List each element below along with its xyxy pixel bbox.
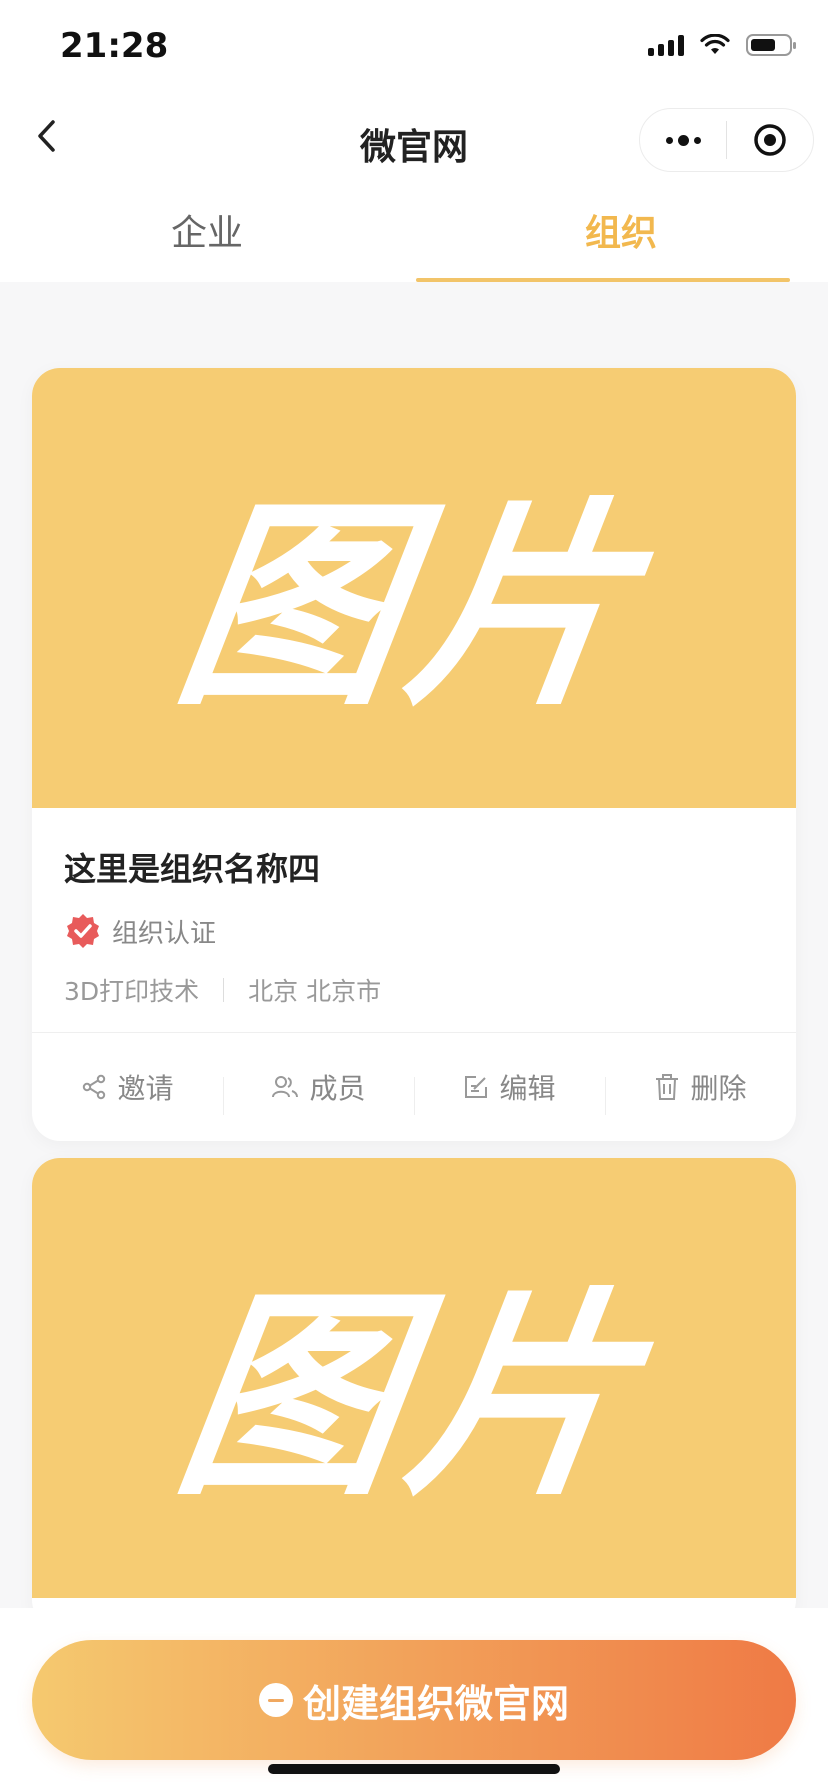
share-icon <box>83 1074 106 1100</box>
organization-name: 这里是组织名称四 <box>64 850 321 888</box>
members-icon <box>272 1076 299 1098</box>
screen: 21:28 微官网 企业 组织 图片 这里是组织名称四 组织认证 3D打印技术 … <box>0 0 828 1792</box>
organization-card[interactable]: 图片 这里是组织名称四 组织认证 3D打印技术 北京 北京市 邀请 成员 编辑 … <box>32 368 796 1141</box>
status-time: 21:28 <box>60 26 169 66</box>
meta-row: 3D打印技术 北京 北京市 <box>64 972 764 1008</box>
card-actions: 邀请 成员 编辑 删除 <box>32 1032 796 1141</box>
tab-label: 企业 <box>170 213 243 254</box>
target-icon <box>754 124 786 156</box>
certification-row: 组织认证 <box>64 912 764 950</box>
location-label: 北京 北京市 <box>248 977 382 1006</box>
action-label: 编辑 <box>499 1072 556 1105</box>
nav-bar: 微官网 <box>0 96 828 186</box>
edit-button[interactable]: 编辑 <box>414 1067 605 1115</box>
tab-organization[interactable]: 组织 <box>414 186 828 282</box>
tab-bar: 企业 组织 <box>0 186 828 282</box>
placeholder-image-text: 图片 <box>163 1269 660 1525</box>
home-indicator <box>268 1764 560 1774</box>
members-button[interactable]: 成员 <box>223 1067 414 1115</box>
tab-active-indicator <box>416 278 790 282</box>
card-image-placeholder: 图片 <box>32 1158 796 1598</box>
mini-program-capsule <box>639 108 814 172</box>
tab-enterprise[interactable]: 企业 <box>0 186 414 282</box>
delete-button[interactable]: 删除 <box>605 1067 796 1115</box>
edit-icon <box>465 1076 488 1098</box>
meta-divider <box>223 978 225 1002</box>
close-program-button[interactable] <box>727 109 813 171</box>
wifi-icon <box>700 34 730 54</box>
industry-label: 3D打印技术 <box>64 977 200 1006</box>
more-button[interactable] <box>640 109 726 171</box>
signal-icon <box>648 34 684 56</box>
verified-badge-icon <box>64 912 102 950</box>
action-label: 删除 <box>690 1072 747 1105</box>
action-label: 邀请 <box>117 1072 174 1105</box>
action-label: 成员 <box>309 1072 366 1105</box>
status-bar: 21:28 <box>0 0 828 96</box>
more-icon <box>665 134 701 146</box>
organization-card[interactable]: 图片 <box>32 1158 796 1628</box>
create-button-label: 创建组织微官网 <box>302 1681 569 1726</box>
trash-icon <box>656 1074 679 1100</box>
certification-label: 组织认证 <box>112 918 217 949</box>
card-image-placeholder: 图片 <box>32 368 796 808</box>
tab-label: 组织 <box>584 213 657 254</box>
status-icons <box>648 34 796 56</box>
invite-button[interactable]: 邀请 <box>32 1067 223 1107</box>
create-organization-site-button[interactable]: 创建组织微官网 <box>32 1640 796 1760</box>
card-body: 这里是组织名称四 组织认证 3D打印技术 北京 北京市 <box>32 808 796 1032</box>
minus-circle-icon <box>258 1683 293 1717</box>
battery-icon <box>746 34 796 56</box>
placeholder-image-text: 图片 <box>163 479 660 735</box>
